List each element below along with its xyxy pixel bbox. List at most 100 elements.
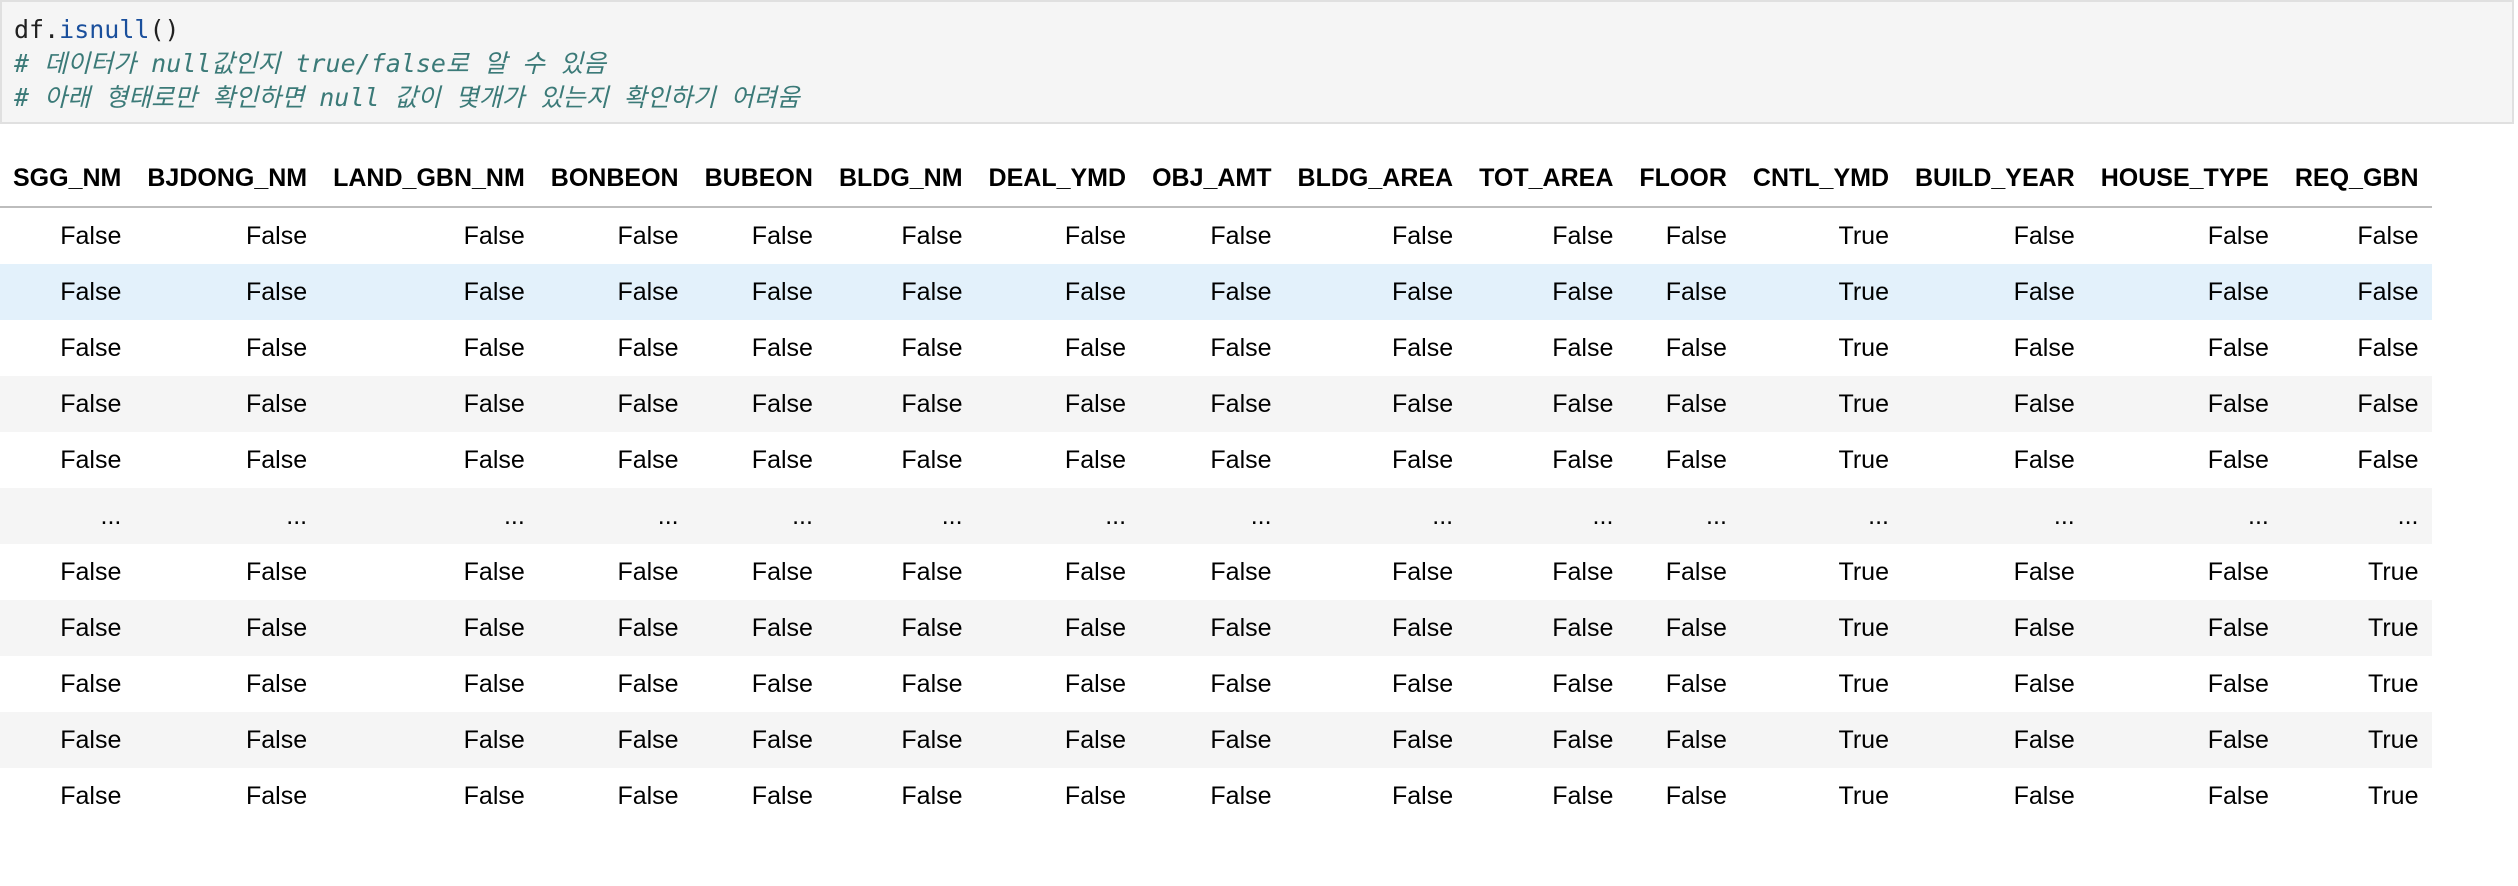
table-row: False False False False False False False False… bbox=[0, 544, 2432, 600]
table-cell: False bbox=[1902, 264, 2088, 320]
table-cell: ... bbox=[1284, 488, 1467, 544]
code-comment: # 아래 형태로만 확인하면 null 값이 몇개가 있는지 확인하기 어려움 bbox=[14, 83, 800, 112]
table-cell: False bbox=[2357, 221, 2419, 250]
table-cell: False bbox=[2357, 445, 2419, 474]
table-cell: False bbox=[825, 600, 976, 656]
table-cell: False bbox=[0, 264, 135, 320]
table-cell: False bbox=[537, 712, 692, 768]
table-body: False False False False False False False False… bbox=[0, 207, 2432, 824]
table-cell: False bbox=[245, 781, 308, 810]
table-cell: False bbox=[320, 264, 538, 320]
table-cell: ... bbox=[1739, 488, 1902, 544]
table-row: False False False False False False False False… bbox=[0, 600, 2432, 656]
table-cell: False bbox=[1210, 333, 1272, 362]
table-cell: False bbox=[1139, 600, 1285, 656]
table-cell: False bbox=[975, 600, 1140, 656]
table-cell: False bbox=[1064, 557, 1127, 586]
table-cell: False bbox=[1552, 333, 1614, 362]
table-cell: False bbox=[1552, 445, 1614, 474]
table-cell: True bbox=[1838, 333, 1889, 362]
table-cell: ... bbox=[1902, 488, 2088, 544]
table-cell: False bbox=[1466, 712, 1627, 768]
table-cell: False bbox=[60, 333, 122, 362]
table-cell: ... bbox=[1139, 488, 1285, 544]
table-cell: False bbox=[1064, 221, 1127, 250]
table-cell: False bbox=[1391, 221, 1454, 250]
code-object: df. bbox=[14, 15, 60, 44]
table-cell: False bbox=[1210, 557, 1272, 586]
ellipsis-row: ........................................… bbox=[0, 488, 2432, 544]
code-cell[interactable]: df.isnull() # 데이터가 null값인지 true/false로 알… bbox=[0, 0, 2514, 124]
table-cell: False bbox=[2207, 557, 2269, 586]
table-cell: False bbox=[2087, 376, 2282, 432]
table-cell: ... bbox=[320, 488, 538, 544]
code-line-call: df.isnull() bbox=[14, 13, 2498, 47]
table-cell: False bbox=[320, 376, 538, 432]
table-cell: False bbox=[901, 669, 963, 698]
table-cell: False bbox=[537, 600, 692, 656]
table-cell: False bbox=[825, 376, 976, 432]
table-cell: False bbox=[2207, 221, 2269, 250]
table-cell: False bbox=[0, 600, 135, 656]
table-cell: False bbox=[134, 600, 321, 656]
table-cell: False bbox=[463, 333, 525, 362]
table-cell: False bbox=[2013, 221, 2075, 250]
table-cell: False bbox=[463, 445, 525, 474]
table-cell: False bbox=[134, 264, 321, 320]
code-args: () bbox=[149, 15, 180, 44]
table-cell: False bbox=[1139, 376, 1285, 432]
table-cell: False bbox=[975, 264, 1140, 320]
table-cell: False bbox=[901, 781, 963, 810]
table-cell: False bbox=[1466, 376, 1627, 432]
table-row: False False False False False False False False… bbox=[0, 376, 2432, 432]
table-cell: True bbox=[1838, 557, 1889, 586]
table-cell: ... bbox=[2281, 488, 2432, 544]
table-cell: ... bbox=[825, 488, 976, 544]
table-row: False False False False False False False False… bbox=[0, 264, 2432, 320]
table-cell: False bbox=[751, 557, 813, 586]
column-header: BUBEON bbox=[691, 150, 826, 208]
table-cell: False bbox=[2087, 264, 2282, 320]
table-cell: False bbox=[60, 445, 122, 474]
table-cell: False bbox=[617, 557, 679, 586]
table-cell: False bbox=[1552, 557, 1614, 586]
table-cell: False bbox=[463, 557, 525, 586]
table-cell: True bbox=[1739, 712, 1902, 768]
table-cell: False bbox=[1064, 333, 1127, 362]
column-header: BLDG_AREA bbox=[1284, 150, 1467, 208]
table-cell: False bbox=[1626, 264, 1740, 320]
table-cell: False bbox=[1284, 376, 1467, 432]
table-cell: False bbox=[2013, 445, 2075, 474]
code-function: isnull bbox=[59, 15, 150, 44]
dataframe-output: SGG_NM BJDONG_NM LAND_GBN_NM BONBEON BUBEON B… bbox=[0, 150, 2518, 824]
table-cell: False bbox=[1665, 557, 1727, 586]
table-cell: True bbox=[2368, 669, 2419, 698]
table-cell: False bbox=[1665, 333, 1727, 362]
table-cell: False bbox=[463, 221, 525, 250]
table-cell: False bbox=[901, 557, 963, 586]
table-cell: True bbox=[1739, 264, 1902, 320]
table-cell: False bbox=[537, 264, 692, 320]
table-cell: False bbox=[2087, 712, 2282, 768]
column-header: HOUSE_TYPE bbox=[2087, 150, 2282, 208]
table-cell: False bbox=[2013, 557, 2075, 586]
table-cell: False bbox=[901, 445, 963, 474]
table-cell: False bbox=[2281, 264, 2432, 320]
table-cell: False bbox=[463, 781, 525, 810]
table-cell: False bbox=[751, 221, 813, 250]
table-cell: False bbox=[60, 221, 122, 250]
table-cell: False bbox=[537, 376, 692, 432]
column-header: TOT_AREA bbox=[1466, 150, 1627, 208]
table-cell: False bbox=[617, 669, 679, 698]
table-cell: False bbox=[1665, 445, 1727, 474]
table-cell: True bbox=[1739, 376, 1902, 432]
column-header: LAND_GBN_NM bbox=[320, 150, 538, 208]
table-cell: False bbox=[1552, 669, 1614, 698]
table-cell: False bbox=[617, 781, 679, 810]
table-cell: False bbox=[2207, 445, 2269, 474]
table-cell: False bbox=[825, 264, 976, 320]
table-cell: ... bbox=[691, 488, 826, 544]
column-header: CNTL_YMD bbox=[1739, 150, 1902, 208]
table-row: False False False False False False False False… bbox=[0, 656, 2432, 712]
column-header: BLDG_NM bbox=[825, 150, 976, 208]
